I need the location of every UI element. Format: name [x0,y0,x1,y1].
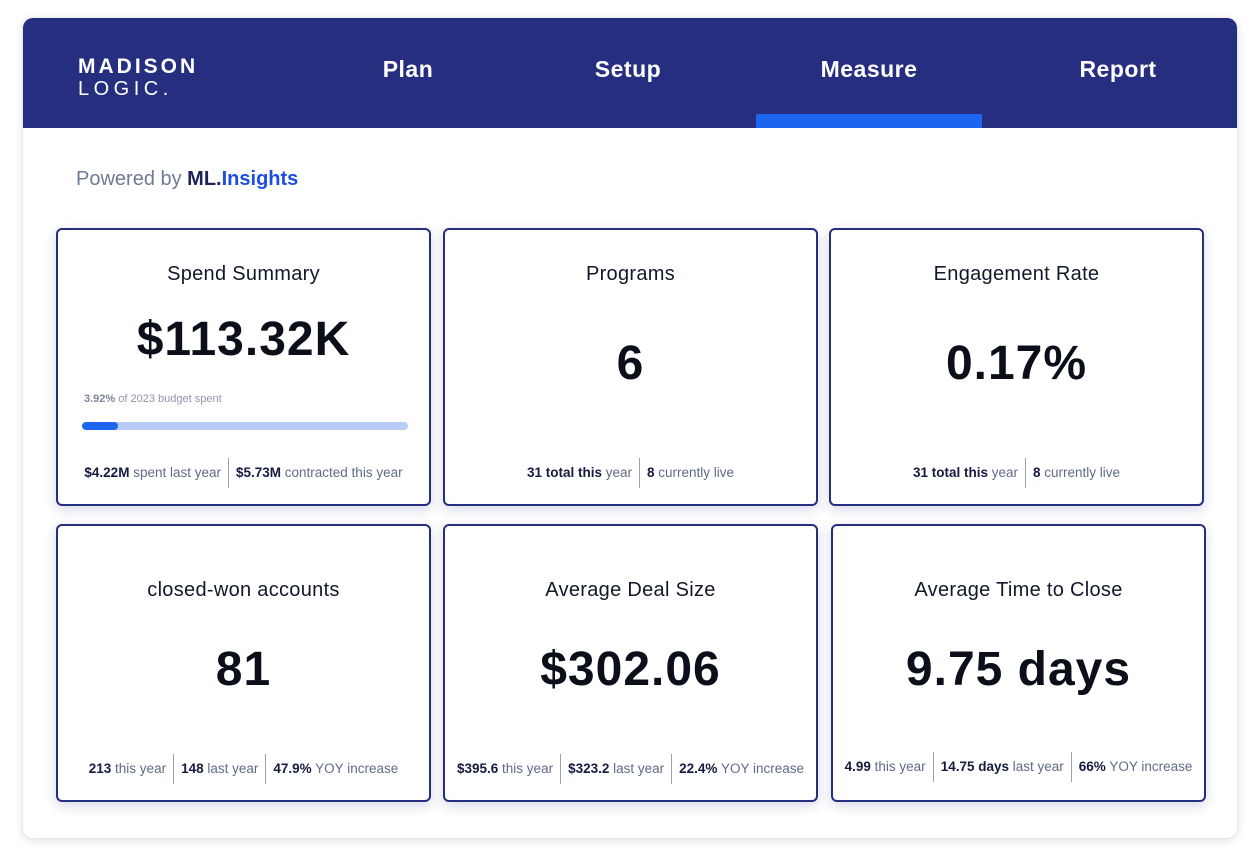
madison-logic-logo[interactable]: MADISON LOGIC. [78,56,198,99]
stat-label: last year [203,761,259,776]
card-value: $113.32K [136,313,351,366]
stat-value: 148 [181,761,204,776]
card-title: closed-won accounts [147,579,340,601]
stat-this-year: 213 this year [82,754,173,784]
stat-label: this year [498,761,554,776]
stat-label: spent last year [129,465,221,480]
stat-value: 8 [646,465,655,480]
card-value: 6 [616,337,645,390]
budget-spent-label: 3.92% of 2023 budget spent [84,393,222,405]
stat-label: last year [609,761,665,776]
stat-this-year: $395.6 this year [450,754,560,784]
stat-value: 8 [1032,465,1041,480]
nav-tab-setup[interactable]: Setup [553,18,703,128]
stat-last-year: 148 last year [173,754,265,784]
powered-by-label: Powered by ML.Insights [76,168,298,191]
nav-tab-report[interactable]: Report [1043,18,1193,128]
card-stats: 31 total this year 8 currently live [831,458,1202,488]
stat-label: contracted this year [281,465,403,480]
stat-value: 47.9% [273,761,312,776]
logo-line-1: MADISON [78,55,199,78]
card-stats: 31 total this year 8 currently live [445,458,816,488]
stat-label: YOY increase [717,761,804,776]
card-stats: 213 this year 148 last year 47.9% YOY in… [58,754,429,784]
budget-spent-percent: 3.92% [84,393,116,405]
top-nav-bar: MADISON LOGIC. Plan Setup Measure Report [23,18,1237,128]
programs-card[interactable]: Programs 6 31 total this year 8 currentl… [443,228,818,506]
card-value: $302.06 [540,643,721,696]
stat-value: 66% [1078,759,1106,774]
stat-label: this year [111,761,167,776]
stat-label: currently live [654,465,735,480]
stat-label: YOY increase [311,761,399,776]
stat-value: 22.4% [679,761,718,776]
nav-tab-plan[interactable]: Plan [338,18,478,128]
card-title: Spend Summary [167,263,320,285]
budget-progress-fill [82,422,118,430]
nav-tab-setup-label: Setup [594,55,662,82]
stat-value: 4.99 [844,759,871,774]
spend-summary-card[interactable]: Spend Summary $113.32K 3.92% of 2023 bud… [56,228,431,506]
card-title: Average Time to Close [914,579,1123,601]
stat-this-year: 4.99 this year [838,752,933,782]
stat-value: $323.2 [568,761,610,776]
stat-value: 213 [88,761,112,776]
stat-last-year: $323.2 last year [560,754,671,784]
stat-contracted-this-year: $5.73M contracted this year [227,458,410,488]
stat-currently-live: 8 currently live [638,458,741,488]
nav-tab-report-label: Report [1079,55,1157,82]
stat-yoy-increase: 22.4% YOY increase [671,754,811,784]
stat-value: $5.73M [235,465,282,480]
powered-by-brand-ml: ML. [187,168,222,190]
card-value: 81 [215,643,272,696]
stat-value: $395.6 [457,761,499,776]
card-value: 9.75 days [905,643,1132,696]
stat-value: 31 total this [526,465,602,480]
stat-label: last year [1009,759,1064,774]
engagement-rate-card[interactable]: Engagement Rate 0.17% 31 total this year… [829,228,1204,506]
stat-label: this year [870,759,926,774]
stat-yoy-increase: 47.9% YOY increase [265,754,405,784]
stat-label: currently live [1040,465,1121,480]
card-stats: 4.99 this year 14.75 days last year 66% … [833,752,1204,782]
stat-currently-live: 8 currently live [1024,458,1127,488]
closed-won-accounts-card[interactable]: closed-won accounts 81 213 this year 148… [56,524,431,802]
stat-label: year [601,465,632,480]
stat-total-this-year: 31 total this year [520,458,639,488]
logo-line-2: LOGIC. [78,78,173,100]
active-tab-indicator [756,114,982,128]
budget-spent-text: of 2023 budget spent [115,393,222,405]
powered-by-prefix: Powered by [76,168,188,190]
nav-tab-measure-label: Measure [820,55,918,82]
stat-yoy-increase: 66% YOY increase [1070,752,1200,782]
stat-total-this-year: 31 total this year [906,458,1025,488]
nav-tab-plan-label: Plan [382,55,434,82]
stat-value: $4.22M [84,465,130,480]
powered-by-brand-insights: Insights [221,168,299,190]
stat-label: YOY increase [1105,759,1193,774]
card-title: Engagement Rate [933,263,1100,285]
stat-spent-last-year: $4.22M spent last year [77,458,228,488]
stat-value: 14.75 days [940,759,1009,774]
stat-label: year [987,465,1018,480]
card-title: Average Deal Size [545,579,716,601]
stat-last-year: 14.75 days last year [932,752,1071,782]
stat-value: 31 total this [912,465,988,480]
dashboard-window: MADISON LOGIC. Plan Setup Measure Report… [23,18,1237,838]
average-time-to-close-card[interactable]: Average Time to Close 9.75 days 4.99 thi… [831,524,1206,802]
card-title: Programs [585,263,676,285]
card-value: 0.17% [945,337,1088,390]
budget-progress-bar [82,422,408,430]
card-stats: $395.6 this year $323.2 last year 22.4% … [445,754,816,784]
nav-tab-measure[interactable]: Measure [756,18,982,128]
average-deal-size-card[interactable]: Average Deal Size $302.06 $395.6 this ye… [443,524,818,802]
card-stats: $4.22M spent last year $5.73M contracted… [58,458,429,488]
